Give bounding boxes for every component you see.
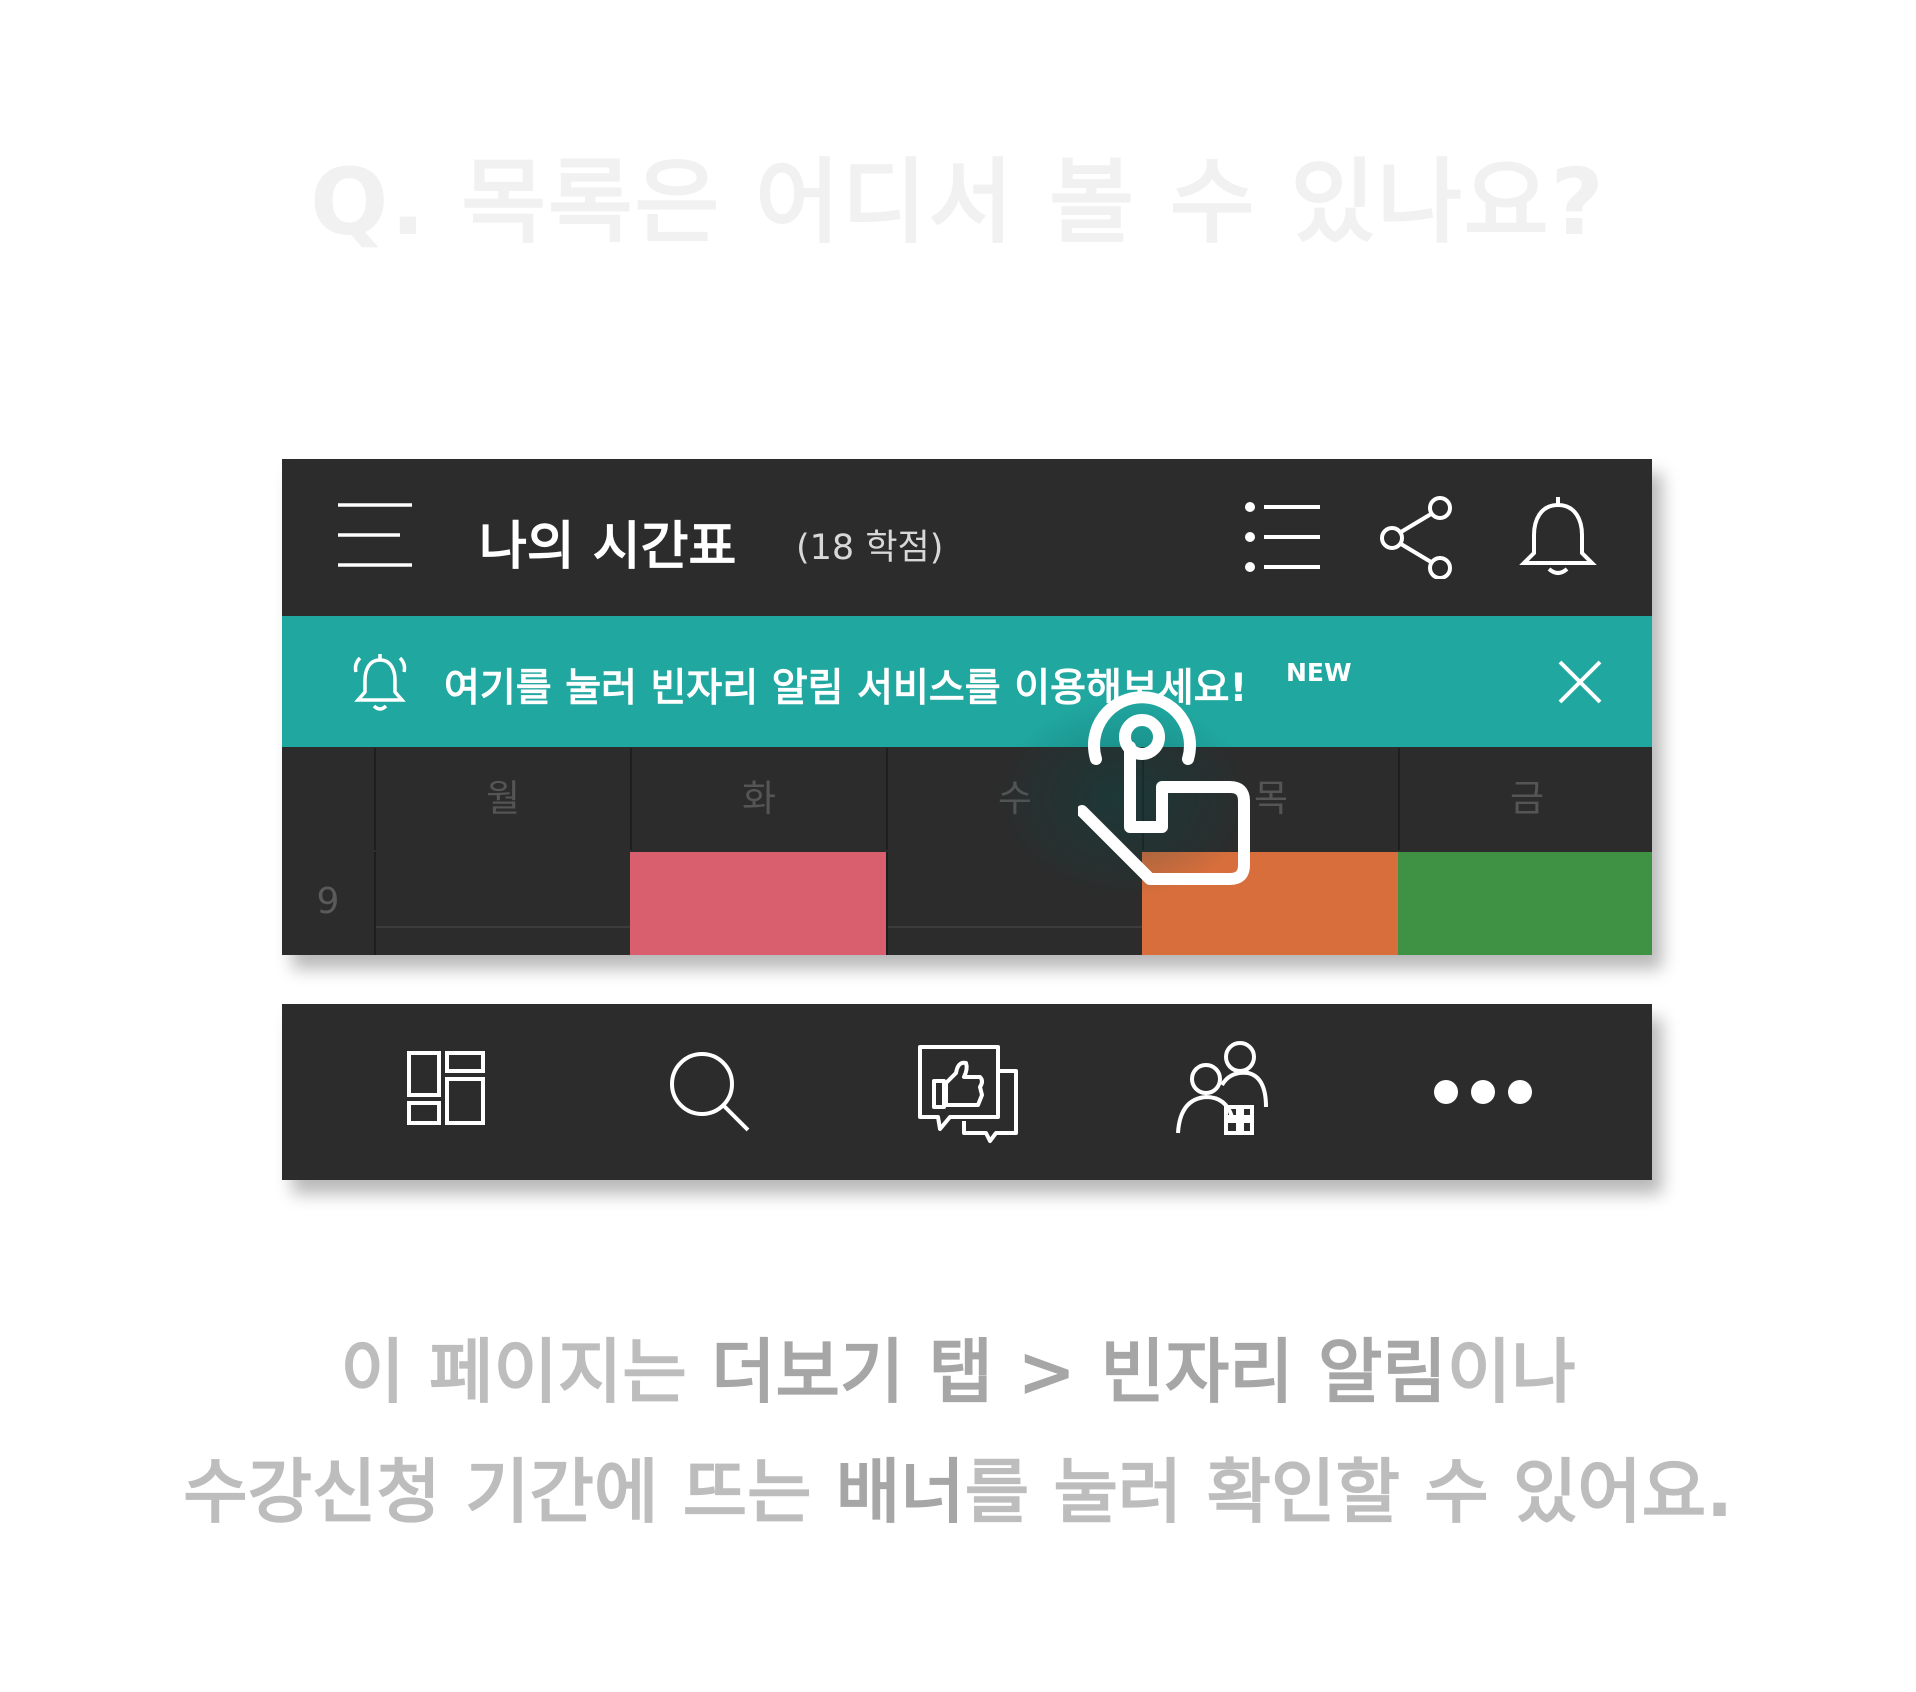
answer-text: 수강신청 기간에 뜨는 [183, 1451, 836, 1533]
answer-text: 이나 [1446, 1331, 1576, 1413]
page-title: 나의 시간표 [479, 517, 737, 577]
answer-highlight: 더보기 탭 > 빈자리 알림 [711, 1331, 1447, 1413]
close-icon[interactable] [1554, 656, 1606, 708]
answer-line-1: 이 페이지는 더보기 탭 > 빈자리 알림이나 [0, 1316, 1916, 1417]
new-badge: NEW [1286, 658, 1352, 687]
hamburger-menu-icon[interactable] [334, 497, 416, 573]
list-icon[interactable] [1240, 495, 1324, 579]
timetable-screen: 나의 시간표 (18 학점) 여기를 눌러 빈자리 알림 서비스를 이용해보세요… [282, 459, 1652, 955]
answer-highlight: 배너 [835, 1451, 965, 1533]
app-header: 나의 시간표 (18 학점) [282, 459, 1652, 614]
community-icon[interactable] [1170, 1037, 1280, 1147]
dashboard-icon[interactable] [394, 1037, 504, 1147]
day-label: 화 [630, 748, 886, 850]
review-icon[interactable] [912, 1037, 1022, 1147]
share-icon[interactable] [1378, 495, 1462, 579]
class-slot[interactable] [630, 852, 886, 955]
day-label: 월 [374, 748, 630, 850]
class-slot[interactable] [1398, 852, 1652, 955]
alarm-bell-icon [353, 654, 407, 711]
hour-label: 9 [316, 881, 340, 922]
hour-row: 9 [282, 852, 1652, 955]
more-icon[interactable] [1428, 1037, 1538, 1147]
alert-banner[interactable]: 여기를 눌러 빈자리 알림 서비스를 이용해보세요! NEW [282, 616, 1652, 747]
tab-bar [282, 1004, 1652, 1180]
answer-line-2: 수강신청 기간에 뜨는 배너를 눌러 확인할 수 있어요. [0, 1436, 1916, 1537]
bell-icon[interactable] [1516, 495, 1600, 579]
question-title: Q. 목록은 어디서 볼 수 있나요? [310, 149, 1606, 256]
credit-count: (18 학점) [796, 528, 944, 568]
weekday-header: 월 화 수 목 금 [282, 748, 1652, 850]
tap-hand-icon [1078, 691, 1250, 885]
search-icon[interactable] [654, 1037, 764, 1147]
class-slot[interactable] [374, 852, 630, 955]
answer-text: 를 눌러 확인할 수 있어요. [964, 1451, 1733, 1533]
answer-text: 이 페이지는 [340, 1331, 712, 1413]
day-label: 금 [1398, 748, 1652, 850]
